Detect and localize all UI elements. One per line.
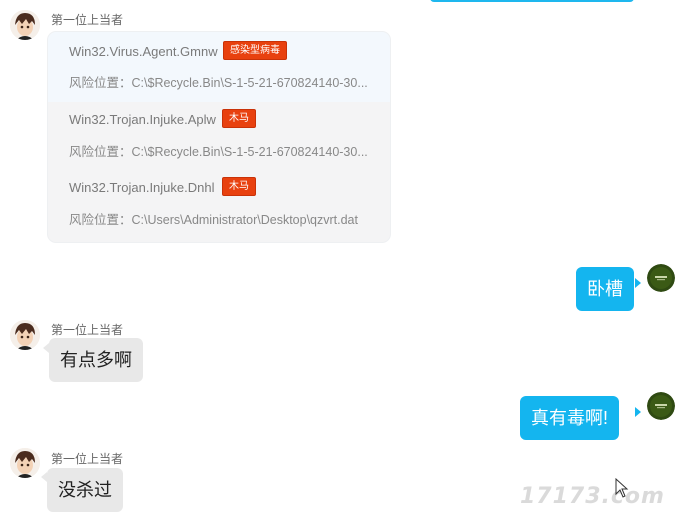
avatar-icon: [647, 392, 675, 420]
incoming-message-bubble[interactable]: 有点多啊: [49, 338, 143, 382]
avatar-icon: [10, 448, 40, 478]
risk-location-path: C:\$Recycle.Bin\S-1-5-21-670824140-30...: [131, 76, 368, 90]
virus-name: Win32.Virus.Agent.Gmnw: [69, 44, 218, 59]
virus-item[interactable]: Win32.Virus.Agent.Gmnw 感染型病毒 风险位置：C:\$Re…: [48, 32, 390, 102]
risk-location-path: C:\Users\Administrator\Desktop\qzvrt.dat: [131, 213, 358, 227]
site-watermark: 17173.com: [520, 484, 665, 509]
virus-name: Win32.Trojan.Injuke.Dnhl: [69, 180, 215, 195]
virus-type-badge: 感染型病毒: [223, 41, 287, 60]
risk-location: 风险位置：C:\Users\Administrator\Desktop\qzvr…: [69, 209, 358, 228]
risk-location-label: 风险位置：: [69, 213, 132, 227]
risk-location-label: 风险位置：: [69, 145, 132, 159]
sender-avatar[interactable]: [10, 320, 40, 350]
bubble-tail: [635, 278, 641, 288]
risk-location: 风险位置：C:\$Recycle.Bin\S-1-5-21-670824140-…: [69, 141, 368, 160]
virus-item[interactable]: Win32.Trojan.Injuke.Aplw 木马 风险位置：C:\$Rec…: [48, 102, 390, 172]
virus-type-badge: 木马: [222, 177, 256, 196]
risk-location: 风险位置：C:\$Recycle.Bin\S-1-5-21-670824140-…: [69, 72, 368, 91]
virus-item[interactable]: Win32.Trojan.Injuke.Dnhl 木马 风险位置：C:\User…: [48, 172, 390, 242]
mouse-cursor-icon: [615, 478, 629, 498]
virus-scan-card[interactable]: Win32.Virus.Agent.Gmnw 感染型病毒 风险位置：C:\$Re…: [48, 32, 390, 242]
sender-name: 第一位上当者: [51, 323, 124, 337]
self-avatar[interactable]: [647, 392, 675, 420]
sender-avatar[interactable]: [10, 448, 40, 478]
sender-avatar[interactable]: [10, 10, 40, 40]
previous-outgoing-bubble: [430, 0, 634, 2]
risk-location-label: 风险位置：: [69, 76, 132, 90]
virus-type-badge: 木马: [222, 109, 256, 128]
outgoing-message-bubble[interactable]: 真有毒啊!: [520, 396, 620, 440]
bubble-tail: [635, 407, 641, 417]
avatar-icon: [647, 264, 675, 292]
virus-name: Win32.Trojan.Injuke.Aplw: [69, 112, 216, 127]
avatar-icon: [10, 320, 40, 350]
risk-location-path: C:\$Recycle.Bin\S-1-5-21-670824140-30...: [131, 145, 368, 159]
self-avatar[interactable]: [647, 264, 675, 292]
incoming-message-bubble[interactable]: 没杀过: [47, 468, 123, 512]
avatar-icon: [10, 10, 40, 40]
sender-name: 第一位上当者: [51, 452, 124, 466]
outgoing-message-bubble[interactable]: 卧槽: [576, 267, 634, 311]
sender-name: 第一位上当者: [51, 13, 124, 27]
